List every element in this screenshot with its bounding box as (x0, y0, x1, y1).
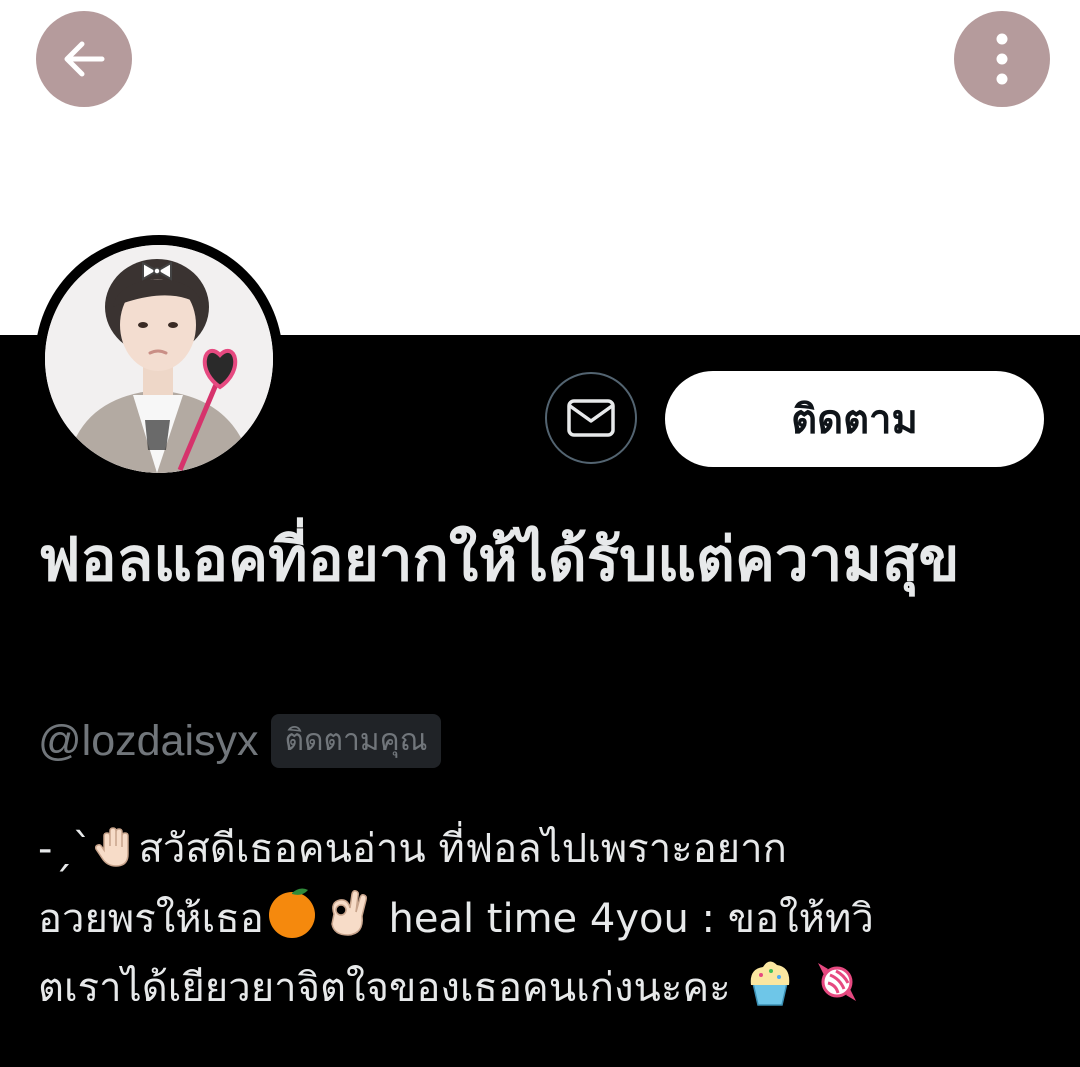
raised-hand-icon (95, 827, 130, 867)
vertical-ellipsis-icon (996, 33, 1008, 85)
profile-bio: -ˏˋ สวัสดีเธอคนอ่าน ที่ฟอลไปเพราะอยาก อว… (38, 815, 1048, 1023)
bio-line: ตเราได้เยียวยาจิตใจของเธอคนเก่งนะคะ (38, 954, 1048, 1023)
ok-hand-icon (331, 890, 367, 936)
follows-you-badge: ติดตามคุณ (270, 714, 442, 768)
bio-line: อวยพรให้เธอ heal time 4you : ขอให้ทวิ (38, 884, 1048, 954)
bio-line: -ˏˋ สวัสดีเธอคนอ่าน ที่ฟอลไปเพราะอยาก (38, 815, 1048, 884)
back-button[interactable] (36, 11, 132, 107)
handle-row: @lozdaisyx ติดตามคุณ (38, 713, 442, 769)
bio-text-2a: อวยพรให้เธอ (38, 896, 264, 942)
orange-icon (268, 888, 315, 938)
profile-page: ติดตาม ฟอลแอคที่อยากให้ได้รับแต่ความสุข … (0, 0, 1080, 1067)
follow-button[interactable]: ติดตาม (665, 371, 1044, 467)
more-options-button[interactable] (954, 11, 1050, 107)
arrow-left-icon (64, 41, 105, 77)
display-name: ฟอลแอคที่อยากให้ได้รับแต่ความสุข (38, 525, 960, 595)
candy-icon (818, 963, 857, 1001)
bio-text-1: สวัสดีเธอคนอ่าน ที่ฟอลไปเพราะอยาก (138, 826, 787, 872)
bio-text-3: ตเราได้เยียวยาจิตใจของเธอคนเก่งนะคะ (38, 965, 744, 1011)
profile-photo (45, 245, 273, 473)
envelope-icon (567, 399, 615, 437)
message-button[interactable] (545, 372, 637, 464)
bio-text-2b: heal time 4you : ขอให้ทวิ (375, 896, 874, 942)
avatar-frame[interactable] (35, 235, 283, 483)
bio-prefix: -ˏˋ (38, 826, 93, 872)
user-handle: @lozdaisyx (38, 717, 259, 765)
avatar[interactable] (45, 245, 273, 473)
cupcake-icon (751, 961, 790, 1006)
